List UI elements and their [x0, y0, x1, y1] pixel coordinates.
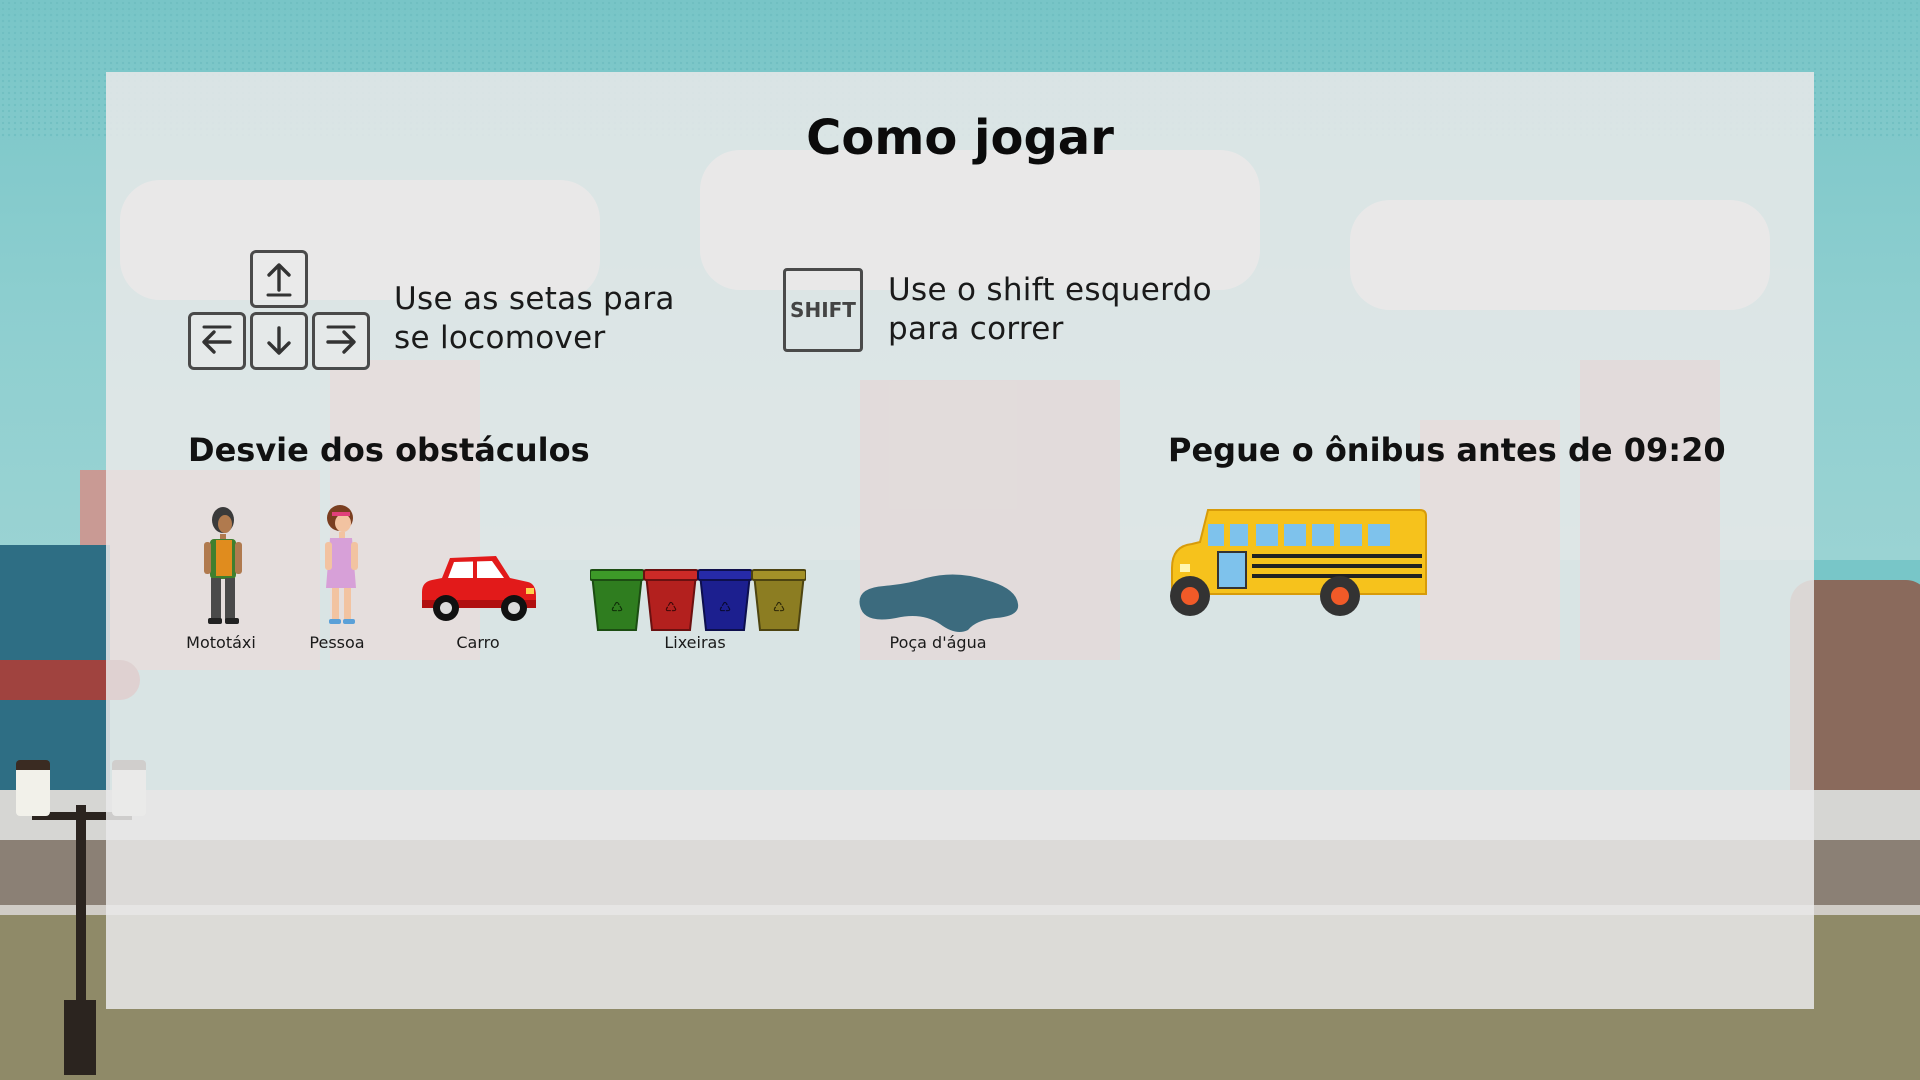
puddle-caption: Poça d'água	[889, 633, 987, 652]
shift-instructions-line-1: Use o shift esquerdo	[888, 272, 1212, 308]
arrow-right-icon	[326, 325, 356, 354]
obstacles-heading: Desvie dos obstáculos	[188, 431, 590, 469]
trash-bins-icon: ♺ ♺ ♺ ♺	[589, 568, 807, 636]
shift-instructions-line-2: para correr	[888, 311, 1064, 347]
yellow-bin: ♺	[751, 569, 807, 631]
goal-heading: Pegue o ônibus antes de 09:20	[1168, 431, 1726, 469]
arrow-instructions-line-2: se locomover	[394, 320, 606, 356]
arrow-up-icon	[266, 263, 292, 297]
car-caption: Carro	[456, 633, 500, 652]
svg-text:♺: ♺	[719, 600, 732, 616]
trash-bins-caption: Lixeiras	[664, 633, 726, 652]
red-car-icon	[418, 548, 538, 628]
arrow-left-key	[188, 312, 246, 370]
school-bus-icon	[1168, 506, 1430, 626]
arrow-instructions: Use as setas para se locomover	[394, 280, 675, 358]
arrow-left-icon	[202, 325, 232, 354]
pedestrian-girl-icon	[316, 502, 366, 632]
street-lamp-base	[64, 1000, 96, 1075]
blue-bin: ♺	[697, 569, 753, 631]
shift-key: SHIFT	[783, 268, 863, 352]
mototaxi-caption: Mototáxi	[186, 633, 256, 652]
svg-text:♺: ♺	[665, 600, 678, 616]
arrow-instructions-line-1: Use as setas para	[394, 281, 675, 317]
svg-text:♺: ♺	[773, 600, 786, 616]
arrow-down-icon	[267, 326, 291, 355]
how-to-play-panel: Como jogar Use as setas para se locomove…	[106, 72, 1814, 1009]
red-bin: ♺	[643, 569, 699, 631]
shift-instructions: Use o shift esquerdo para correr	[888, 271, 1212, 349]
mototaxi-driver-icon	[198, 504, 248, 632]
page-title: Como jogar	[806, 110, 1114, 166]
arrow-right-key	[312, 312, 370, 370]
water-puddle-icon	[856, 570, 1022, 640]
pedestrian-caption: Pessoa	[309, 633, 365, 652]
arrow-up-key	[250, 250, 308, 308]
street-lamp-light	[16, 760, 50, 816]
green-bin: ♺	[589, 569, 645, 631]
svg-text:♺: ♺	[611, 600, 624, 616]
arrow-down-key	[250, 312, 308, 370]
